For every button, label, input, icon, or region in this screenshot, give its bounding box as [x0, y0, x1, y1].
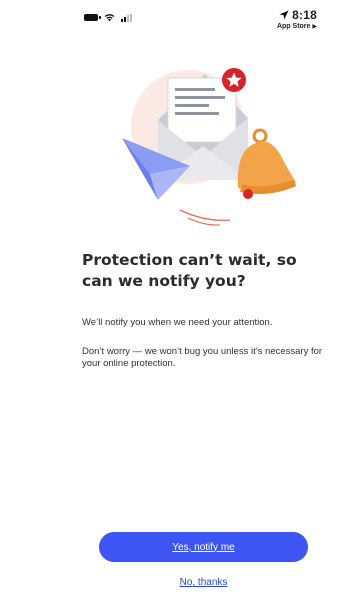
- status-time: 8:18: [292, 8, 317, 22]
- back-app-label: App Store: [276, 23, 311, 30]
- wifi-icon: [104, 14, 115, 22]
- notification-illustration: [122, 68, 296, 226]
- star-badge-icon: [222, 68, 246, 92]
- status-left-icons: [84, 13, 132, 22]
- notification-description: We’ll notify you when we need your atten…: [82, 317, 273, 328]
- reassurance-text: Don’t worry — we won’t bug you unless it…: [82, 346, 323, 369]
- yes-notify-me-button[interactable]: Yes, notify me: [99, 532, 308, 562]
- motion-line-2: [187, 217, 221, 226]
- no-thanks-link[interactable]: No, thanks: [99, 577, 308, 588]
- motion-line-1: [179, 209, 231, 221]
- status-bar: 8:18 App Store ▶: [0, 0, 337, 38]
- status-right: 8:18 App Store ▶: [277, 8, 317, 30]
- back-to-app-store-link[interactable]: App Store ▶: [277, 23, 317, 30]
- page-title: Protection can’t wait, so can we notify …: [82, 251, 297, 290]
- signal-icon: [121, 13, 132, 22]
- location-icon: [279, 10, 289, 20]
- caret-right-icon: ▶: [312, 24, 317, 30]
- battery-icon: [84, 14, 101, 21]
